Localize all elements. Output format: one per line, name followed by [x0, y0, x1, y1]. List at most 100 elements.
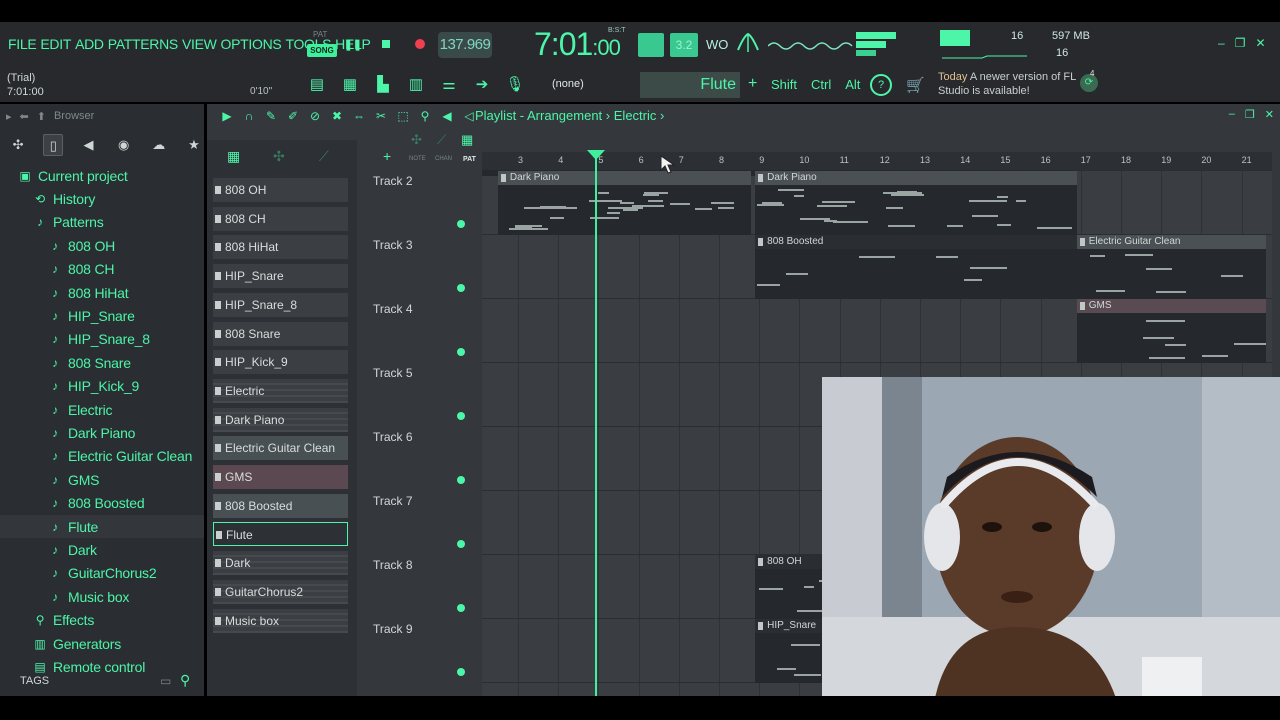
pattern-clip[interactable]: Electric Guitar Clean [1076, 235, 1266, 299]
playlist-maximize-button[interactable]: ❐ [1245, 108, 1255, 121]
cloud-icon[interactable]: ☁ [149, 134, 169, 156]
track-led[interactable] [457, 348, 465, 356]
picker-link-icon[interactable]: ⟋ [319, 148, 329, 165]
piano-roll-icon[interactable]: ▙ [372, 74, 394, 96]
up-icon[interactable]: ⬆ [37, 110, 46, 123]
tab-pat[interactable]: PAT [463, 156, 476, 163]
alt-key[interactable]: Alt [845, 77, 860, 92]
slice-icon[interactable]: ✂ [373, 108, 389, 124]
paint-icon[interactable]: ✐ [285, 108, 301, 124]
globe-icon[interactable]: ◉ [114, 134, 134, 156]
snap-selector[interactable]: (none) [552, 78, 616, 90]
mixer-icon[interactable]: ▥ [405, 74, 427, 96]
channel-rack-icon[interactable]: ▦ [339, 74, 361, 96]
back-icon[interactable]: ⬅ [20, 110, 29, 123]
typing-keyboard-button[interactable] [638, 33, 664, 57]
browser-item[interactable]: ♪ Electric Guitar Clean [0, 445, 204, 468]
picker-item[interactable]: Music box [213, 608, 348, 633]
picker-item[interactable]: 808 CH [213, 206, 348, 231]
picker-item[interactable]: GuitarChorus2 [213, 579, 348, 604]
expand-icon[interactable]: ✣ [8, 134, 28, 156]
tempo-display[interactable]: 137.969 [438, 32, 492, 58]
playlist-icon[interactable]: ▤ [306, 74, 328, 96]
play-arrow-icon[interactable]: ▶ [219, 108, 235, 124]
track-led[interactable] [457, 540, 465, 548]
playlist-close-button[interactable]: ✕ [1265, 108, 1274, 121]
help-icon[interactable]: ? [870, 74, 892, 96]
news-panel[interactable]: Today A newer version of FL Studio is av… [938, 70, 1078, 98]
menu-add[interactable]: ADD [75, 36, 104, 52]
stop-button[interactable] [376, 34, 396, 54]
picker-item[interactable]: 808 Snare [213, 321, 348, 346]
browser-item[interactable]: ♪ Electric [0, 398, 204, 421]
browser-item[interactable]: ♪ HIP_Kick_9 [0, 375, 204, 398]
picker-grid-icon[interactable]: ▦ [227, 148, 240, 165]
track-header[interactable]: Track 6 [367, 426, 475, 490]
track-header[interactable]: Track 7 [367, 490, 475, 554]
browser-item[interactable]: ♪ Flute [0, 514, 204, 539]
browser-item[interactable]: ♪ Patterns [0, 211, 204, 234]
wait-input-icon[interactable]: WO [706, 37, 728, 52]
picker-item[interactable]: GMS [213, 465, 348, 489]
tags-label[interactable]: TAGS [20, 675, 49, 687]
add-track-button[interactable]: + [383, 148, 391, 164]
shift-key[interactable]: Shift [771, 77, 797, 92]
browser-item[interactable]: ▣ Current project [0, 164, 204, 187]
picker-item[interactable]: HIP_Kick_9 [213, 350, 348, 375]
track-header[interactable]: Track 8 [367, 554, 475, 618]
playback-icon[interactable]: ◀ [439, 108, 455, 124]
star-icon[interactable]: ★ [184, 134, 204, 156]
microphone-icon[interactable]: 🎙 [504, 74, 526, 96]
search-icon[interactable]: ⚲ [180, 672, 190, 689]
close-button[interactable]: ✕ [1255, 36, 1265, 50]
track-header[interactable]: Track 2 [367, 170, 475, 234]
browser-item[interactable]: ♪ 808 CH [0, 258, 204, 281]
select-icon[interactable]: ⬚ [395, 108, 411, 124]
ctrl-key[interactable]: Ctrl [811, 77, 831, 92]
picker-item[interactable]: 808 OH [213, 178, 348, 202]
record-button[interactable] [410, 34, 430, 54]
browser-item[interactable]: ♪ HIP_Snare_8 [0, 328, 204, 351]
browser-item[interactable]: ♪ Dark Piano [0, 421, 204, 444]
picker-expand-icon[interactable]: ✣ [273, 148, 285, 165]
magnet-icon[interactable]: ∩ [241, 108, 257, 124]
pattern-clip[interactable]: 808 Boosted [755, 235, 1077, 299]
folder-icon[interactable]: ▭ [160, 674, 171, 688]
tab-chan[interactable]: CHAN [435, 156, 452, 162]
pencil-icon[interactable]: ✎ [263, 108, 279, 124]
browser-item[interactable]: ♪ GMS [0, 468, 204, 491]
pattern-clip[interactable]: Dark Piano [497, 171, 752, 235]
add-pattern-button[interactable]: + [748, 75, 757, 93]
track-led[interactable] [457, 220, 465, 228]
track-header[interactable]: Track 9 [367, 618, 475, 682]
track-header[interactable]: Track 5 [367, 362, 475, 426]
plugin-picker-icon[interactable]: ⚌ [438, 74, 460, 96]
mute-icon[interactable]: ✖ [329, 108, 345, 124]
menu-view[interactable]: VIEW [182, 36, 217, 52]
metronome-icon[interactable] [736, 32, 760, 54]
track-header[interactable]: Track 4 [367, 298, 475, 362]
track-led[interactable] [457, 476, 465, 484]
current-project-icon[interactable]: ▯ [43, 134, 64, 156]
picker-item[interactable]: 808 HiHat [213, 235, 348, 260]
minimize-button[interactable]: – [1218, 36, 1225, 50]
playhead-marker-icon[interactable] [586, 150, 605, 160]
picker-item[interactable]: 808 Boosted [213, 493, 348, 518]
browser-item[interactable]: ♪ GuitarChorus2 [0, 562, 204, 585]
picker-item[interactable]: Dark Piano [213, 407, 348, 432]
picker-item[interactable]: Dark [213, 551, 348, 576]
browser-item[interactable]: ♪ 808 Snare [0, 351, 204, 374]
picker-item[interactable]: Electric Guitar Clean [213, 436, 348, 461]
update-icon[interactable]: ⟳ [1080, 74, 1098, 92]
track-led[interactable] [457, 604, 465, 612]
picker-item[interactable]: HIP_Snare [213, 264, 348, 289]
pat-song-toggle[interactable]: PAT SONG [307, 30, 337, 58]
browser-item[interactable]: ♪ HIP_Snare [0, 304, 204, 327]
track-led[interactable] [457, 412, 465, 420]
menu-patterns[interactable]: PATTERNS [108, 36, 179, 52]
pattern-selector[interactable]: Flute [640, 72, 740, 98]
zoom-icon[interactable]: ⚲ [417, 108, 433, 124]
menu-edit[interactable]: EDIT [40, 36, 71, 52]
picker-item[interactable]: Flute [213, 522, 348, 547]
picker-link-icon-2[interactable]: ⟋ [437, 132, 446, 148]
